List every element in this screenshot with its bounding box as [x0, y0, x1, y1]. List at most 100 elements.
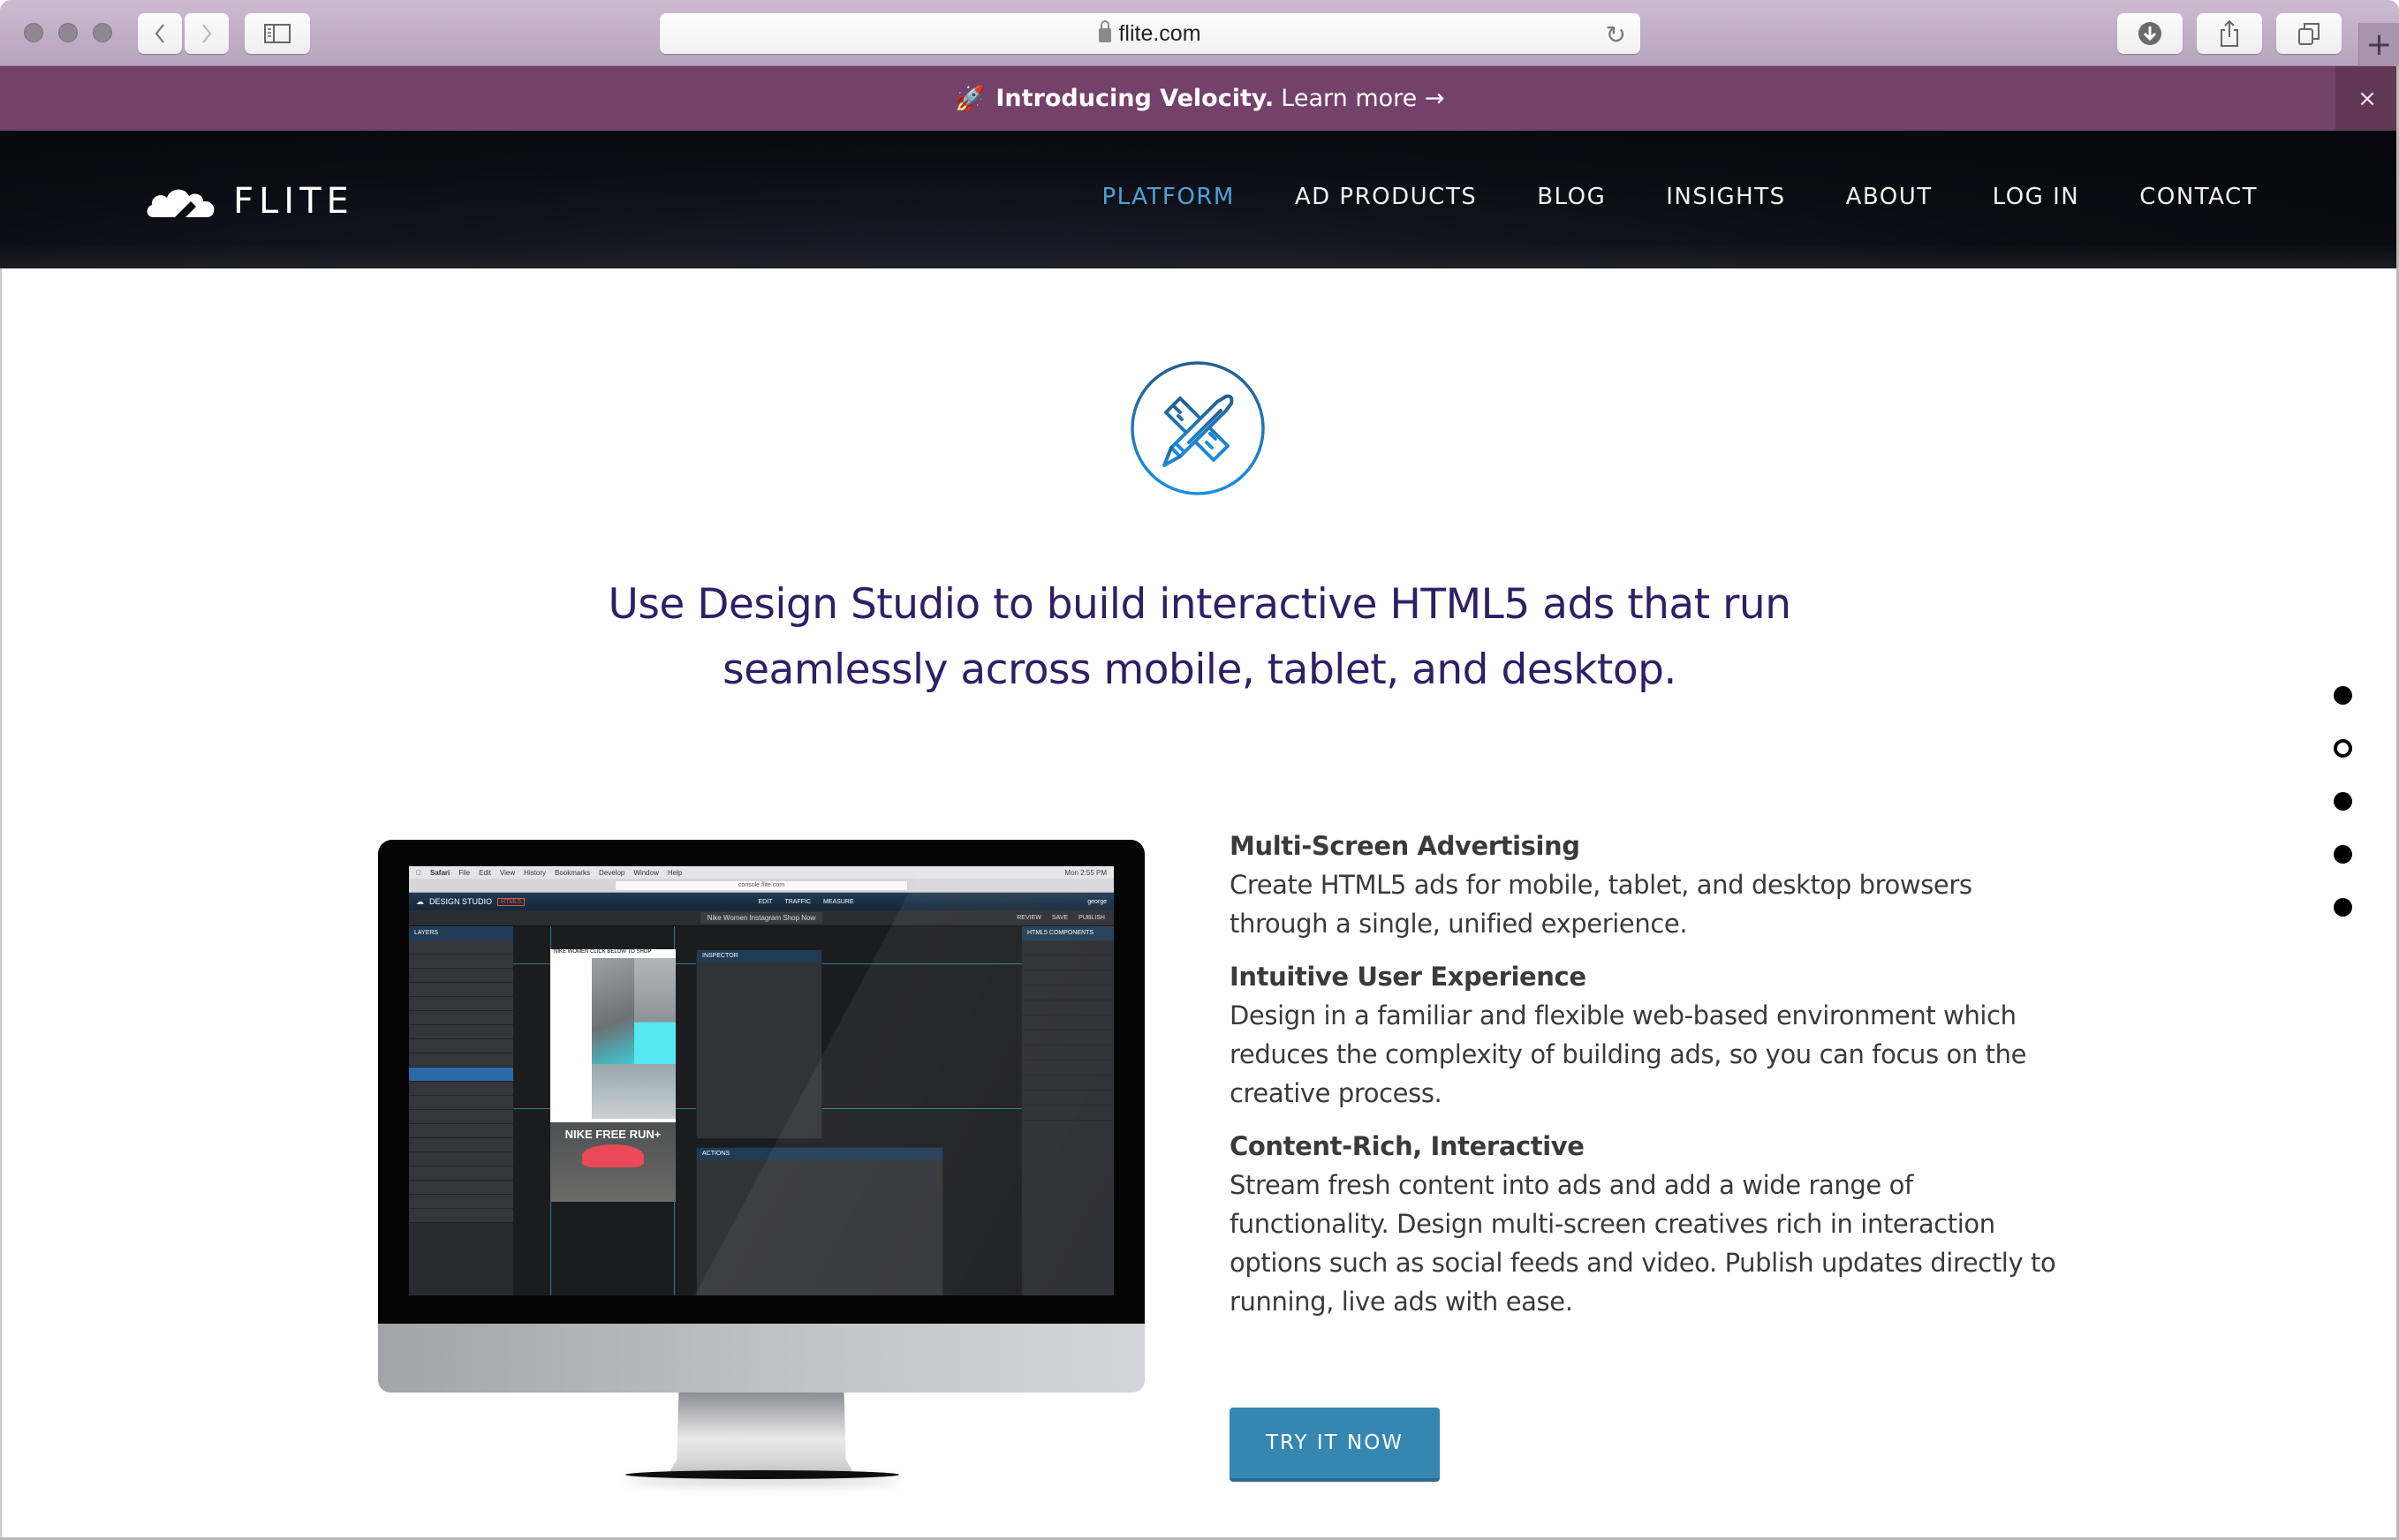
feature-item: Intuitive User Experience Design in a fa…: [1230, 957, 2077, 1113]
logo-text: FLITE: [233, 181, 354, 222]
window-zoom-button[interactable]: [93, 23, 112, 42]
address-bar[interactable]: flite.com ↻: [660, 13, 1640, 54]
screen-mode: TRAFFIC: [784, 898, 812, 905]
feature-description: Create HTML5 ads for mobile, tablet, and…: [1230, 870, 1972, 939]
screen-menu-item: Help: [662, 868, 682, 877]
sidebar-button[interactable]: [245, 13, 310, 54]
screen-menu-item: History: [518, 868, 546, 877]
pagination-dot-5[interactable]: [2334, 898, 2352, 917]
nav-platform[interactable]: PLATFORM: [1102, 184, 1235, 210]
screen-app-badge: HTML5: [497, 897, 525, 906]
screen-components-title: HTML5 COMPONENTS: [1022, 926, 1114, 940]
window-close-button[interactable]: [24, 23, 43, 42]
banner-close-button[interactable]: ×: [2335, 66, 2399, 131]
feature-item: Content-Rich, Interactive Stream fresh c…: [1230, 1127, 2077, 1321]
back-button[interactable]: [138, 13, 182, 54]
section-pagination: [2334, 686, 2352, 917]
forward-button[interactable]: [185, 13, 229, 54]
screen-cloud-icon: ☁: [416, 896, 424, 906]
screen-action: REVIEW: [1017, 915, 1041, 921]
pencil-ruler-icon: [1131, 361, 1265, 495]
feature-description: Stream fresh content into ads and add a …: [1230, 1170, 2056, 1317]
pagination-dot-4[interactable]: [2334, 845, 2352, 864]
pagination-dot-1[interactable]: [2334, 686, 2352, 705]
screen-menubar:  Safari File Edit View History Bookmark…: [409, 866, 1114, 879]
shoe-image: [582, 1144, 644, 1167]
announcement-banner: 🚀 Introducing Velocity. Learn more → ×: [0, 66, 2399, 131]
screen-document-name: Nike Women Instagram Shop Now: [700, 912, 823, 924]
screen-menu-item: Safari: [425, 868, 450, 877]
screen-mode: MEASURE: [823, 898, 854, 905]
flite-logo[interactable]: FLITE: [145, 181, 354, 222]
sidebar-icon: [264, 24, 291, 43]
banner-learn-more-link[interactable]: Learn more →: [1281, 85, 1444, 112]
chevron-right-icon: [202, 24, 212, 43]
screen-inspector-title: INSPECTOR: [697, 950, 821, 962]
tabs-icon: [2298, 23, 2320, 45]
cloud-logo-icon: [147, 189, 215, 217]
hero-headline: Use Design Studio to build interactive H…: [0, 572, 2399, 703]
try-it-now-button[interactable]: TRY IT NOW: [1230, 1408, 1440, 1482]
screen-menu-item: File: [453, 868, 470, 877]
screen-action: PUBLISH: [1078, 915, 1105, 921]
monitor-stand-base: [625, 1470, 899, 1479]
browser-toolbar: flite.com ↻ +: [0, 0, 2399, 66]
feature-title: Multi-Screen Advertising: [1230, 831, 1580, 861]
screen-layers-panel: LAYERS: [409, 926, 513, 1295]
reload-icon[interactable]: ↻: [1606, 20, 1626, 49]
monitor-screen:  Safari File Edit View History Bookmark…: [409, 866, 1114, 1295]
nav-insights[interactable]: INSIGHTS: [1666, 184, 1785, 210]
feature-description: Design in a familiar and flexible web-ba…: [1230, 1000, 2027, 1108]
chevron-left-icon: [155, 24, 164, 43]
pagination-dot-2[interactable]: [2334, 739, 2352, 758]
screen-menu-item: Window: [628, 868, 658, 877]
window-frame-left: [0, 268, 2, 1540]
nav-blog[interactable]: BLOG: [1537, 184, 1606, 210]
screen-actions-panel: ACTIONS: [696, 1147, 943, 1295]
share-icon: [2221, 19, 2238, 47]
screen-actions-title: ACTIONS: [697, 1148, 942, 1160]
features-list: Multi-Screen Advertising Create HTML5 ad…: [1230, 827, 2077, 1335]
monitor-chin: [378, 1324, 1145, 1393]
nav-about[interactable]: ABOUT: [1846, 184, 1933, 210]
download-icon: [2138, 22, 2161, 45]
screen-user: george: [1087, 898, 1107, 905]
feature-title: Content-Rich, Interactive: [1230, 1131, 1585, 1161]
monitor-stand: [670, 1393, 853, 1476]
screen-app-header: ☁ DESIGN STUDIO HTML5 EDIT TRAFFIC MEASU…: [409, 893, 1114, 910]
window-minimize-button[interactable]: [58, 23, 78, 42]
screen-url: console.flite.com: [616, 880, 907, 890]
screen-clock: Mon 2:55 PM: [1064, 868, 1107, 877]
hero-headline-line-2: seamlessly across mobile, tablet, and de…: [723, 645, 1676, 694]
downloads-button[interactable]: [2117, 13, 2183, 54]
screen-mode: EDIT: [758, 898, 773, 905]
screen-toolbar: Nike Women Instagram Shop Now REVIEW SAV…: [409, 910, 1114, 926]
rocket-icon: 🚀: [954, 84, 986, 113]
screen-app-title: DESIGN STUDIO: [429, 897, 493, 906]
nav-ad-products[interactable]: AD PRODUCTS: [1295, 184, 1477, 210]
screen-ad-preview: NIKE WOMEN CLICK BELOW TO SHOP NIKE FREE…: [550, 949, 676, 1202]
apple-icon: : [416, 869, 421, 877]
screen-menu-item: Bookmarks: [549, 868, 590, 877]
screen-menu-item: View: [494, 868, 515, 877]
screen-menu-item: Develop: [594, 868, 624, 877]
close-icon: ×: [2357, 85, 2377, 112]
screen-ad-tagline: NIKE FREE RUN+: [564, 1128, 662, 1141]
nav-log-in[interactable]: LOG IN: [1993, 184, 2080, 210]
tabs-overview-button[interactable]: [2276, 13, 2342, 54]
screen-inspector-panel: INSPECTOR: [696, 949, 822, 1139]
screen-components-panel: HTML5 COMPONENTS: [1022, 926, 1114, 1295]
screen-workspace: LAYERS NIKE WOMEN CLICK BELOW TO SHOP NI…: [409, 926, 1114, 1295]
screen-layers-title: LAYERS: [409, 926, 513, 940]
share-button[interactable]: [2197, 13, 2262, 54]
screen-urlbar: console.flite.com: [409, 879, 1114, 893]
lock-icon: [1099, 20, 1112, 42]
new-tab-button[interactable]: +: [2358, 23, 2399, 66]
nav-contact[interactable]: CONTACT: [2139, 184, 2258, 210]
screen-action: SAVE: [1051, 915, 1069, 921]
pagination-dot-3[interactable]: [2334, 792, 2352, 811]
feature-title: Intuitive User Experience: [1230, 962, 1586, 992]
screen-ad-header: NIKE WOMEN CLICK BELOW TO SHOP: [554, 949, 652, 955]
plus-icon: +: [2365, 26, 2393, 63]
site-header: FLITE PLATFORM AD PRODUCTS BLOG INSIGHTS…: [0, 131, 2399, 268]
